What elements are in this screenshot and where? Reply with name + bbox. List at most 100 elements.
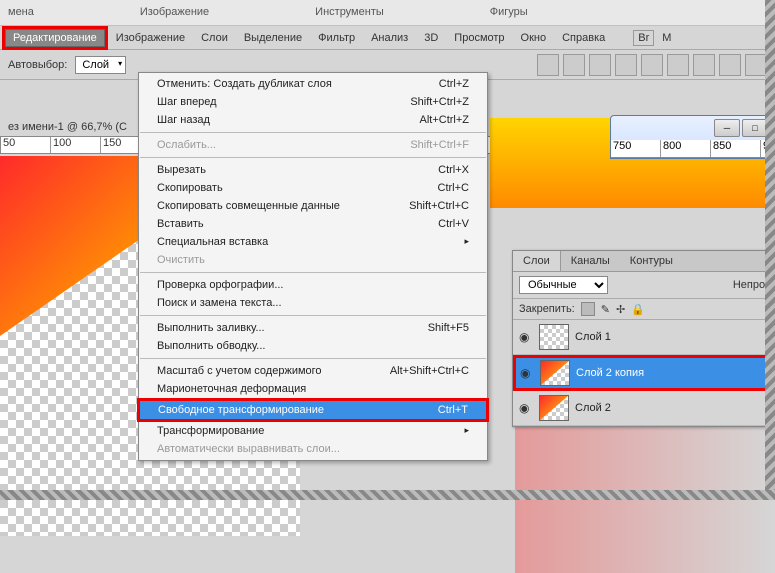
- menu-item[interactable]: Скопировать Ctrl+C: [139, 179, 487, 197]
- visibility-eye-icon[interactable]: [519, 330, 533, 344]
- menu-item[interactable]: Специальная вставка: [139, 233, 487, 251]
- menu-item[interactable]: Выполнить заливку... Shift+F5: [139, 319, 487, 337]
- panel-tabs: Слои Каналы Контуры: [513, 251, 775, 272]
- layer-row[interactable]: Слой 2: [513, 391, 775, 426]
- menu-edit[interactable]: Редактирование: [5, 29, 105, 47]
- menu-item-shortcut: Ctrl+V: [438, 218, 469, 230]
- menu-filter[interactable]: Фильтр: [310, 29, 363, 47]
- menu-item-shortcut: Shift+F5: [428, 322, 469, 334]
- menubar: Редактирование Изображение Слои Выделени…: [0, 26, 775, 50]
- menu-item[interactable]: Поиск и замена текста...: [139, 294, 487, 312]
- layer-options: Обычные Непроз: [513, 272, 775, 299]
- menu-item-label: Масштаб с учетом содержимого: [157, 365, 322, 377]
- menu-item-shortcut: Ctrl+T: [438, 404, 468, 416]
- torn-edge-right: [765, 0, 775, 500]
- menu-item-label: Скопировать: [157, 182, 223, 194]
- layer-name[interactable]: Слой 2: [575, 402, 611, 414]
- topbar-shapes[interactable]: Фигуры: [482, 2, 536, 23]
- layer-row[interactable]: Слой 2 копия: [513, 355, 775, 391]
- menu-item[interactable]: Шаг вперед Shift+Ctrl+Z: [139, 93, 487, 111]
- align-icon[interactable]: [667, 54, 689, 76]
- menu-item-label: Специальная вставка: [157, 236, 268, 248]
- menu-item[interactable]: Выполнить обводку...: [139, 337, 487, 355]
- align-icon[interactable]: [563, 54, 585, 76]
- menu-view[interactable]: Просмотр: [446, 29, 512, 47]
- layer-thumbnail[interactable]: [539, 395, 569, 421]
- layer-row[interactable]: Слой 1: [513, 320, 775, 355]
- edit-dropdown-menu: Отменить: Создать дубликат слояCtrl+ZШаг…: [138, 72, 488, 461]
- lock-move-icon[interactable]: ✢: [616, 303, 625, 316]
- layer-name[interactable]: Слой 1: [575, 331, 611, 343]
- menu-item-label: Очистить: [157, 254, 205, 266]
- menu-item[interactable]: Вставить Ctrl+V: [139, 215, 487, 233]
- menu-item-shortcut: Ctrl+C: [438, 182, 469, 194]
- lock-all-icon[interactable]: 🔒: [631, 303, 645, 316]
- layer-list: Слой 1 Слой 2 копия Слой 2: [513, 320, 775, 426]
- menu-item-label: Ослабить...: [157, 139, 216, 151]
- topbar-tools[interactable]: Инструменты: [307, 2, 392, 23]
- menu-item-label: Шаг вперед: [157, 96, 217, 108]
- menu-3d[interactable]: 3D: [416, 29, 446, 47]
- menu-help[interactable]: Справка: [554, 29, 613, 47]
- menu-item-label: Марионеточная деформация: [157, 383, 306, 395]
- app-topbar: мена Изображение Инструменты Фигуры: [0, 0, 775, 26]
- lock-brush-icon[interactable]: ✎: [601, 303, 610, 316]
- menu-item[interactable]: Марионеточная деформация: [139, 380, 487, 398]
- menu-item[interactable]: Скопировать совмещенные данныеShift+Ctrl…: [139, 197, 487, 215]
- menu-image[interactable]: Изображение: [108, 29, 193, 47]
- distribute-icon[interactable]: [745, 54, 767, 76]
- menu-item-label: Проверка орфографии...: [157, 279, 283, 291]
- menu-analysis[interactable]: Анализ: [363, 29, 416, 47]
- window-ruler: 750 800 850 900: [611, 140, 775, 158]
- menu-window[interactable]: Окно: [513, 29, 555, 47]
- tab-layers[interactable]: Слои: [513, 251, 561, 271]
- menu-item[interactable]: Трансформирование: [139, 422, 487, 440]
- menu-item-label: Выполнить заливку...: [157, 322, 265, 334]
- menu-item[interactable]: Масштаб с учетом содержимогоAlt+Shift+Ct…: [139, 362, 487, 380]
- torn-edge-bottom: [0, 490, 775, 500]
- autoselect-select[interactable]: Слой: [75, 56, 126, 74]
- menu-item: Ослабить... Shift+Ctrl+F: [139, 136, 487, 154]
- distribute-icon[interactable]: [719, 54, 741, 76]
- align-icon[interactable]: [589, 54, 611, 76]
- menu-item[interactable]: Проверка орфографии...: [139, 276, 487, 294]
- lock-pixels-icon[interactable]: [581, 302, 595, 316]
- layers-panel[interactable]: Слои Каналы Контуры Обычные Непроз Закре…: [512, 250, 775, 427]
- visibility-eye-icon[interactable]: [520, 366, 534, 380]
- topbar-undo[interactable]: мена: [0, 2, 42, 23]
- menu-select[interactable]: Выделение: [236, 29, 310, 47]
- menu-item[interactable]: ВырезатьCtrl+X: [139, 161, 487, 179]
- menu-item: Автоматически выравнивать слои...: [139, 440, 487, 458]
- menu-layers[interactable]: Слои: [193, 29, 236, 47]
- window-titlebar[interactable]: ─ □ ✕: [611, 116, 775, 140]
- align-icon[interactable]: [615, 54, 637, 76]
- menu-item-shortcut: Alt+Ctrl+Z: [419, 114, 469, 126]
- menu-item-label: Поиск и замена текста...: [157, 297, 282, 309]
- distribute-icon[interactable]: [693, 54, 715, 76]
- layer-thumbnail[interactable]: [539, 324, 569, 350]
- tab-channels[interactable]: Каналы: [561, 251, 620, 271]
- menu-item[interactable]: Отменить: Создать дубликат слояCtrl+Z: [139, 75, 487, 93]
- menu-br[interactable]: Br: [633, 30, 654, 46]
- menu-item-shortcut: Shift+Ctrl+Z: [410, 96, 469, 108]
- topbar-image[interactable]: Изображение: [132, 2, 217, 23]
- minimize-button[interactable]: ─: [714, 119, 740, 137]
- menu-item-shortcut: Ctrl+X: [438, 164, 469, 176]
- menu-item[interactable]: Шаг назадAlt+Ctrl+Z: [139, 111, 487, 129]
- document-window[interactable]: ─ □ ✕ 750 800 850 900: [610, 115, 775, 159]
- menu-m[interactable]: M: [654, 29, 679, 47]
- menu-item-label: Трансформирование: [157, 425, 264, 437]
- menu-item-label: Скопировать совмещенные данные: [157, 200, 340, 212]
- highlight-edit: Редактирование: [2, 26, 108, 50]
- menu-item-shortcut: Shift+Ctrl+F: [410, 139, 469, 151]
- layer-name[interactable]: Слой 2 копия: [576, 367, 644, 379]
- visibility-eye-icon[interactable]: [519, 401, 533, 415]
- align-icon[interactable]: [641, 54, 663, 76]
- blend-mode-select[interactable]: Обычные: [519, 276, 608, 294]
- layer-thumbnail[interactable]: [540, 360, 570, 386]
- align-icon[interactable]: [537, 54, 559, 76]
- autoselect-label: Автовыбор:: [8, 59, 67, 71]
- menu-item-label: Вставить: [157, 218, 204, 230]
- menu-item[interactable]: Свободное трансформированиеCtrl+T: [140, 401, 486, 419]
- tab-paths[interactable]: Контуры: [620, 251, 683, 271]
